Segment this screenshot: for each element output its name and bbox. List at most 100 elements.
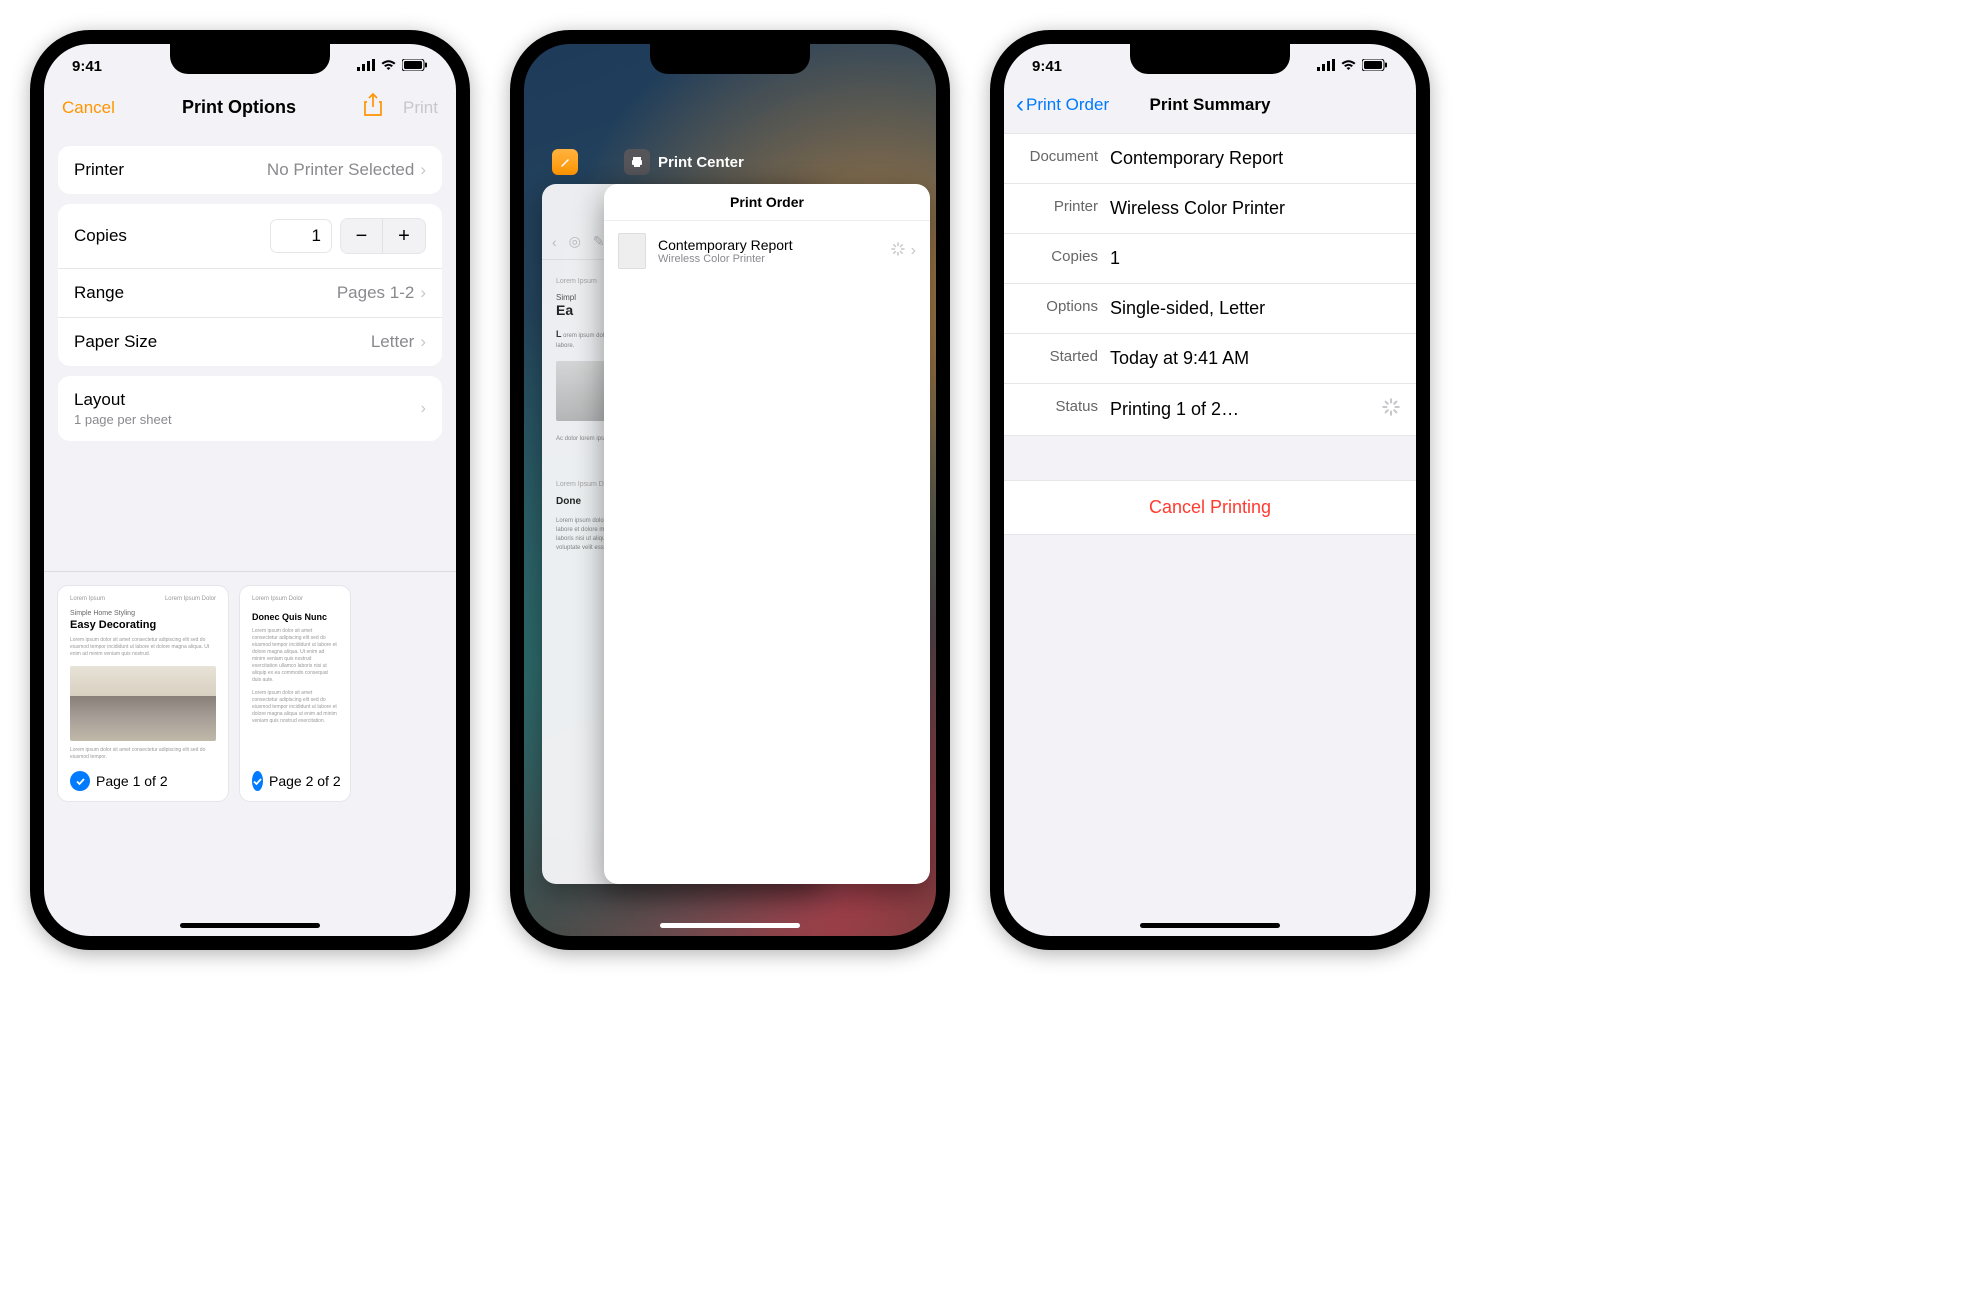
paper-size-label: Paper Size [74, 332, 157, 352]
preview-area: Lorem IpsumLorem Ipsum Dolor Simple Home… [44, 571, 456, 815]
app-name: Print Center [658, 154, 744, 171]
page-thumbnail-2[interactable]: Lorem Ipsum Dolor Donec Quis Nunc Lorem … [240, 586, 350, 801]
document-label: Document [1020, 148, 1110, 169]
cellular-icon [357, 58, 375, 75]
chevron-right-icon: › [420, 283, 426, 303]
print-center-app-icon [624, 149, 650, 175]
status-time: 9:41 [1032, 58, 1062, 75]
row-copies: Copies 1 [1004, 234, 1416, 284]
brush-icon: ✎ [593, 233, 605, 250]
printer-name: Wireless Color Printer [658, 253, 793, 265]
cancel-button[interactable]: Cancel [62, 98, 115, 118]
summary-list: Document Contemporary Report Printer Wir… [1004, 133, 1416, 436]
nav-title: Print Options [182, 97, 296, 118]
chevron-right-icon: › [420, 332, 426, 352]
range-value: Pages 1-2 [337, 283, 415, 303]
layout-sublabel: 1 page per sheet [74, 412, 172, 427]
page-label: Page 1 of 2 [96, 773, 168, 789]
copies-row: Copies − + [58, 204, 442, 269]
printer-value: No Printer Selected [267, 160, 414, 180]
cancel-printing-button[interactable]: Cancel Printing [1004, 480, 1416, 535]
stepper-minus-button[interactable]: − [341, 219, 383, 253]
range-label: Range [74, 283, 124, 303]
checkmark-icon[interactable] [70, 771, 90, 791]
options-value: Single-sided, Letter [1110, 298, 1400, 319]
range-row[interactable]: Range Pages 1-2 › [58, 269, 442, 318]
nav-title: Print Summary [1150, 95, 1271, 115]
home-indicator[interactable] [660, 923, 800, 928]
notch [1130, 44, 1290, 74]
layout-label: Layout [74, 390, 172, 410]
options-label: Options [1020, 298, 1110, 319]
status-value: Printing 1 of 2… [1110, 399, 1239, 420]
printer-row[interactable]: Printer No Printer Selected › [58, 146, 442, 194]
nav-bar: Cancel Print Options Print [44, 81, 456, 136]
app-card-label-pages [552, 149, 578, 175]
print-order-item[interactable]: Contemporary Report Wireless Color Print… [604, 221, 930, 281]
status-label: Status [1020, 398, 1110, 421]
phone-app-switcher: Print Center ‹ ◎ ✎ Lorem Ipsum Lorem Sim… [510, 30, 950, 950]
home-indicator[interactable] [1140, 923, 1280, 928]
printer-label: Printer [74, 160, 124, 180]
page-label: Page 2 of 2 [269, 773, 341, 789]
notch [650, 44, 810, 74]
notch [170, 44, 330, 74]
phone-print-summary: 9:41 ‹ Print Order Print Summary Documen… [990, 30, 1430, 950]
row-status: Status Printing 1 of 2… [1004, 384, 1416, 435]
layout-row[interactable]: Layout 1 page per sheet › [58, 376, 442, 441]
checkmark-icon[interactable] [252, 771, 263, 791]
doc-image [70, 666, 216, 741]
back-label: Print Order [1026, 95, 1109, 115]
cellular-icon [1317, 58, 1335, 75]
battery-icon [402, 58, 428, 75]
copies-value: 1 [1110, 248, 1400, 269]
nav-bar: ‹ Print Order Print Summary [1004, 81, 1416, 133]
switcher-card-print-center[interactable]: Print Order Contemporary Report Wireless… [604, 184, 930, 884]
chevron-left-icon: ‹ [1016, 91, 1024, 119]
paper-size-row[interactable]: Paper Size Letter › [58, 318, 442, 366]
row-started: Started Today at 9:41 AM [1004, 334, 1416, 384]
doc-name: Contemporary Report [658, 237, 793, 253]
paper-size-value: Letter [371, 332, 414, 352]
stepper-plus-button[interactable]: + [383, 219, 425, 253]
printer-value: Wireless Color Printer [1110, 198, 1400, 219]
print-order-title: Print Order [604, 184, 930, 221]
pages-app-icon [552, 149, 578, 175]
status-time: 9:41 [72, 58, 102, 75]
copies-stepper: − + [340, 218, 426, 254]
row-printer: Printer Wireless Color Printer [1004, 184, 1416, 234]
printer-label: Printer [1020, 198, 1110, 219]
copies-label: Copies [74, 226, 127, 246]
page2-heading: Donec Quis Nunc [252, 612, 338, 622]
document-value: Contemporary Report [1110, 148, 1400, 169]
app-card-label-print-center: Print Center [624, 149, 744, 175]
doc-title: Easy Decorating [70, 619, 216, 631]
doc-subtitle: Simple Home Styling [70, 610, 216, 617]
layout-section: Layout 1 page per sheet › [58, 376, 442, 441]
print-button[interactable]: Print [403, 98, 438, 118]
circle-icon: ◎ [569, 233, 581, 250]
copies-input[interactable] [270, 219, 332, 253]
copies-label: Copies [1020, 248, 1110, 269]
back-button[interactable]: ‹ Print Order [1016, 91, 1109, 119]
chevron-right-icon: › [911, 242, 916, 260]
phone-print-options: 9:41 Cancel Print Options Print [30, 30, 470, 950]
back-icon: ‹ [552, 234, 557, 250]
wifi-icon [380, 58, 397, 75]
spinner-icon [1382, 398, 1400, 421]
printer-section: Printer No Printer Selected › [58, 146, 442, 194]
wifi-icon [1340, 58, 1357, 75]
started-label: Started [1020, 348, 1110, 369]
row-document: Document Contemporary Report [1004, 134, 1416, 184]
chevron-right-icon: › [421, 400, 426, 418]
spinner-icon [891, 242, 905, 261]
page-thumbnail-1[interactable]: Lorem IpsumLorem Ipsum Dolor Simple Home… [58, 586, 228, 801]
doc-thumb [618, 233, 646, 269]
home-indicator[interactable] [180, 923, 320, 928]
battery-icon [1362, 58, 1388, 75]
share-icon[interactable] [363, 93, 383, 122]
started-value: Today at 9:41 AM [1110, 348, 1400, 369]
print-settings-section: Copies − + Range Pages 1-2 › Paper Size [58, 204, 442, 366]
chevron-right-icon: › [420, 160, 426, 180]
row-options: Options Single-sided, Letter [1004, 284, 1416, 334]
